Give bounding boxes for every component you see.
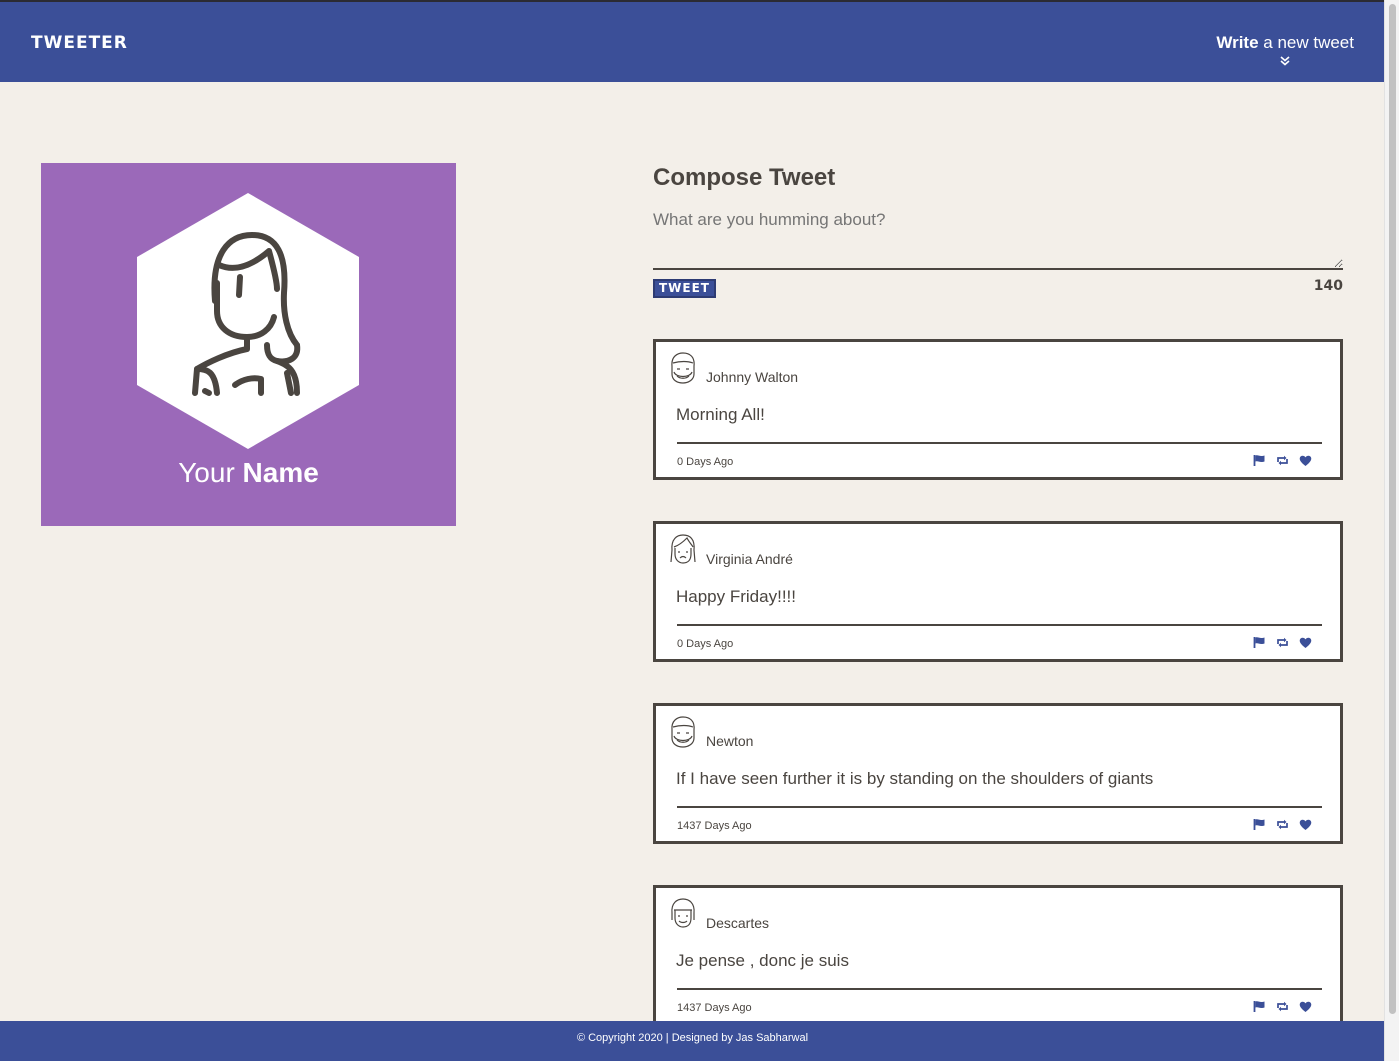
tweet-divider: [677, 624, 1322, 626]
top-nav: TWEETER Write a new tweet: [0, 0, 1385, 82]
tweet-divider: [677, 442, 1322, 444]
tweet-divider: [677, 806, 1322, 808]
profile-avatar: [137, 193, 359, 449]
user-avatar-icon: [671, 352, 695, 384]
retweet-icon[interactable]: [1276, 454, 1289, 467]
heart-icon[interactable]: [1299, 818, 1312, 831]
profile-name-first: Your: [178, 457, 243, 488]
tweet-timestamp: 0 Days Ago: [677, 456, 734, 468]
retweet-icon[interactable]: [1276, 818, 1289, 831]
tweet-card: Newton If I have seen further it is by s…: [653, 703, 1343, 844]
tweet-actions: [1253, 636, 1312, 649]
tweet-submit-button[interactable]: TWEET: [653, 279, 716, 298]
retweet-icon[interactable]: [1276, 1000, 1289, 1013]
retweet-icon[interactable]: [1276, 636, 1289, 649]
tweet-author: Descartes: [706, 915, 770, 931]
tweet-card: Descartes Je pense , donc je suis 1437 D…: [653, 885, 1343, 1026]
tweet-text: Happy Friday!!!!: [676, 587, 796, 606]
footer-copyright: © Copyright 2020 | Designed by Jas Sabha…: [576, 1032, 809, 1044]
tweet-author: Johnny Walton: [706, 369, 799, 385]
write-new-tweet-toggle[interactable]: Write a new tweet: [1216, 33, 1354, 66]
tweet-timestamp: 0 Days Ago: [677, 638, 734, 650]
tweet-author: Newton: [706, 733, 754, 749]
flag-icon[interactable]: [1253, 636, 1266, 649]
compose-title: Compose Tweet: [653, 164, 836, 191]
tweet-card: Virginia André Happy Friday!!!! 0 Days A…: [653, 521, 1343, 662]
write-label-rest: a new tweet: [1258, 33, 1354, 52]
double-chevron-down-icon: [1280, 56, 1290, 66]
tweet-actions: [1253, 818, 1312, 831]
profile-name: Your Name: [41, 457, 456, 489]
flag-icon[interactable]: [1253, 1000, 1266, 1013]
flag-icon[interactable]: [1253, 454, 1266, 467]
heart-icon[interactable]: [1299, 454, 1312, 467]
brand-logo[interactable]: TWEETER: [31, 33, 128, 53]
heart-icon[interactable]: [1299, 636, 1312, 649]
character-counter: 140: [1313, 278, 1343, 294]
page-footer: © Copyright 2020 | Designed by Jas Sabha…: [0, 1021, 1385, 1061]
tweet-card: Johnny Walton Morning All! 0 Days Ago: [653, 339, 1343, 480]
tweet-text: Morning All!: [676, 405, 765, 424]
flag-icon[interactable]: [1253, 818, 1266, 831]
tweet-timestamp: 1437 Days Ago: [677, 820, 752, 832]
page-scrollbar[interactable]: [1384, 0, 1399, 1061]
tweet-actions: [1253, 454, 1312, 467]
tweet-author: Virginia André: [706, 551, 793, 567]
user-avatar-icon: [671, 898, 695, 928]
heart-icon[interactable]: [1299, 1000, 1312, 1013]
user-avatar-icon: [671, 716, 695, 748]
write-label-bold: Write: [1216, 33, 1259, 52]
profile-card: Your Name: [41, 163, 456, 526]
scrollbar-thumb[interactable]: [1389, 4, 1396, 1014]
tweet-actions: [1253, 1000, 1312, 1013]
tweet-text: If I have seen further it is by standing…: [676, 769, 1154, 788]
compose-textarea[interactable]: [653, 210, 1343, 270]
tweet-text: Je pense , donc je suis: [676, 951, 849, 970]
tweet-timestamp: 1437 Days Ago: [677, 1002, 752, 1014]
tweet-divider: [677, 988, 1322, 990]
user-avatar-icon: [670, 534, 696, 564]
profile-name-bold: Name: [242, 457, 319, 488]
